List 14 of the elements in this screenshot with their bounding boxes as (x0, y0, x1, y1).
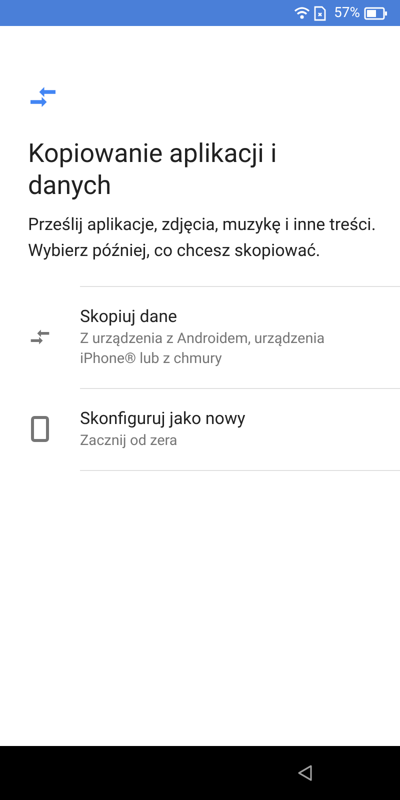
option-item[interactable]: Skonfiguruj jako nowy Zacznij od zera (0, 388, 400, 470)
wifi-icon (294, 6, 310, 20)
back-icon[interactable] (297, 764, 313, 782)
option-subtitle: Z urządzenia z Androidem, urządzenia iPhone® lub z chmury (80, 329, 326, 369)
battery-percent: 57% (334, 4, 360, 22)
option-subtitle: Zacznij od zera (80, 431, 178, 451)
option-title: Skopiuj dane (80, 306, 178, 328)
option-item[interactable]: Skopiuj dane Z urządzenia z Androidem, urządzenia iPhone® lub z chmury (0, 286, 400, 388)
sim-card-icon (314, 6, 326, 20)
page-title: Kopiowanie aplikacji i danych (28, 138, 278, 202)
battery-icon (364, 6, 388, 20)
phone-icon (31, 416, 49, 442)
option-title: Skonfiguruj jako nowy (80, 408, 246, 430)
description: Prześlij aplikacje, zdjęcia, muzykę i inne treści. Wybierz później, co chcesz skopiować. (28, 214, 376, 263)
